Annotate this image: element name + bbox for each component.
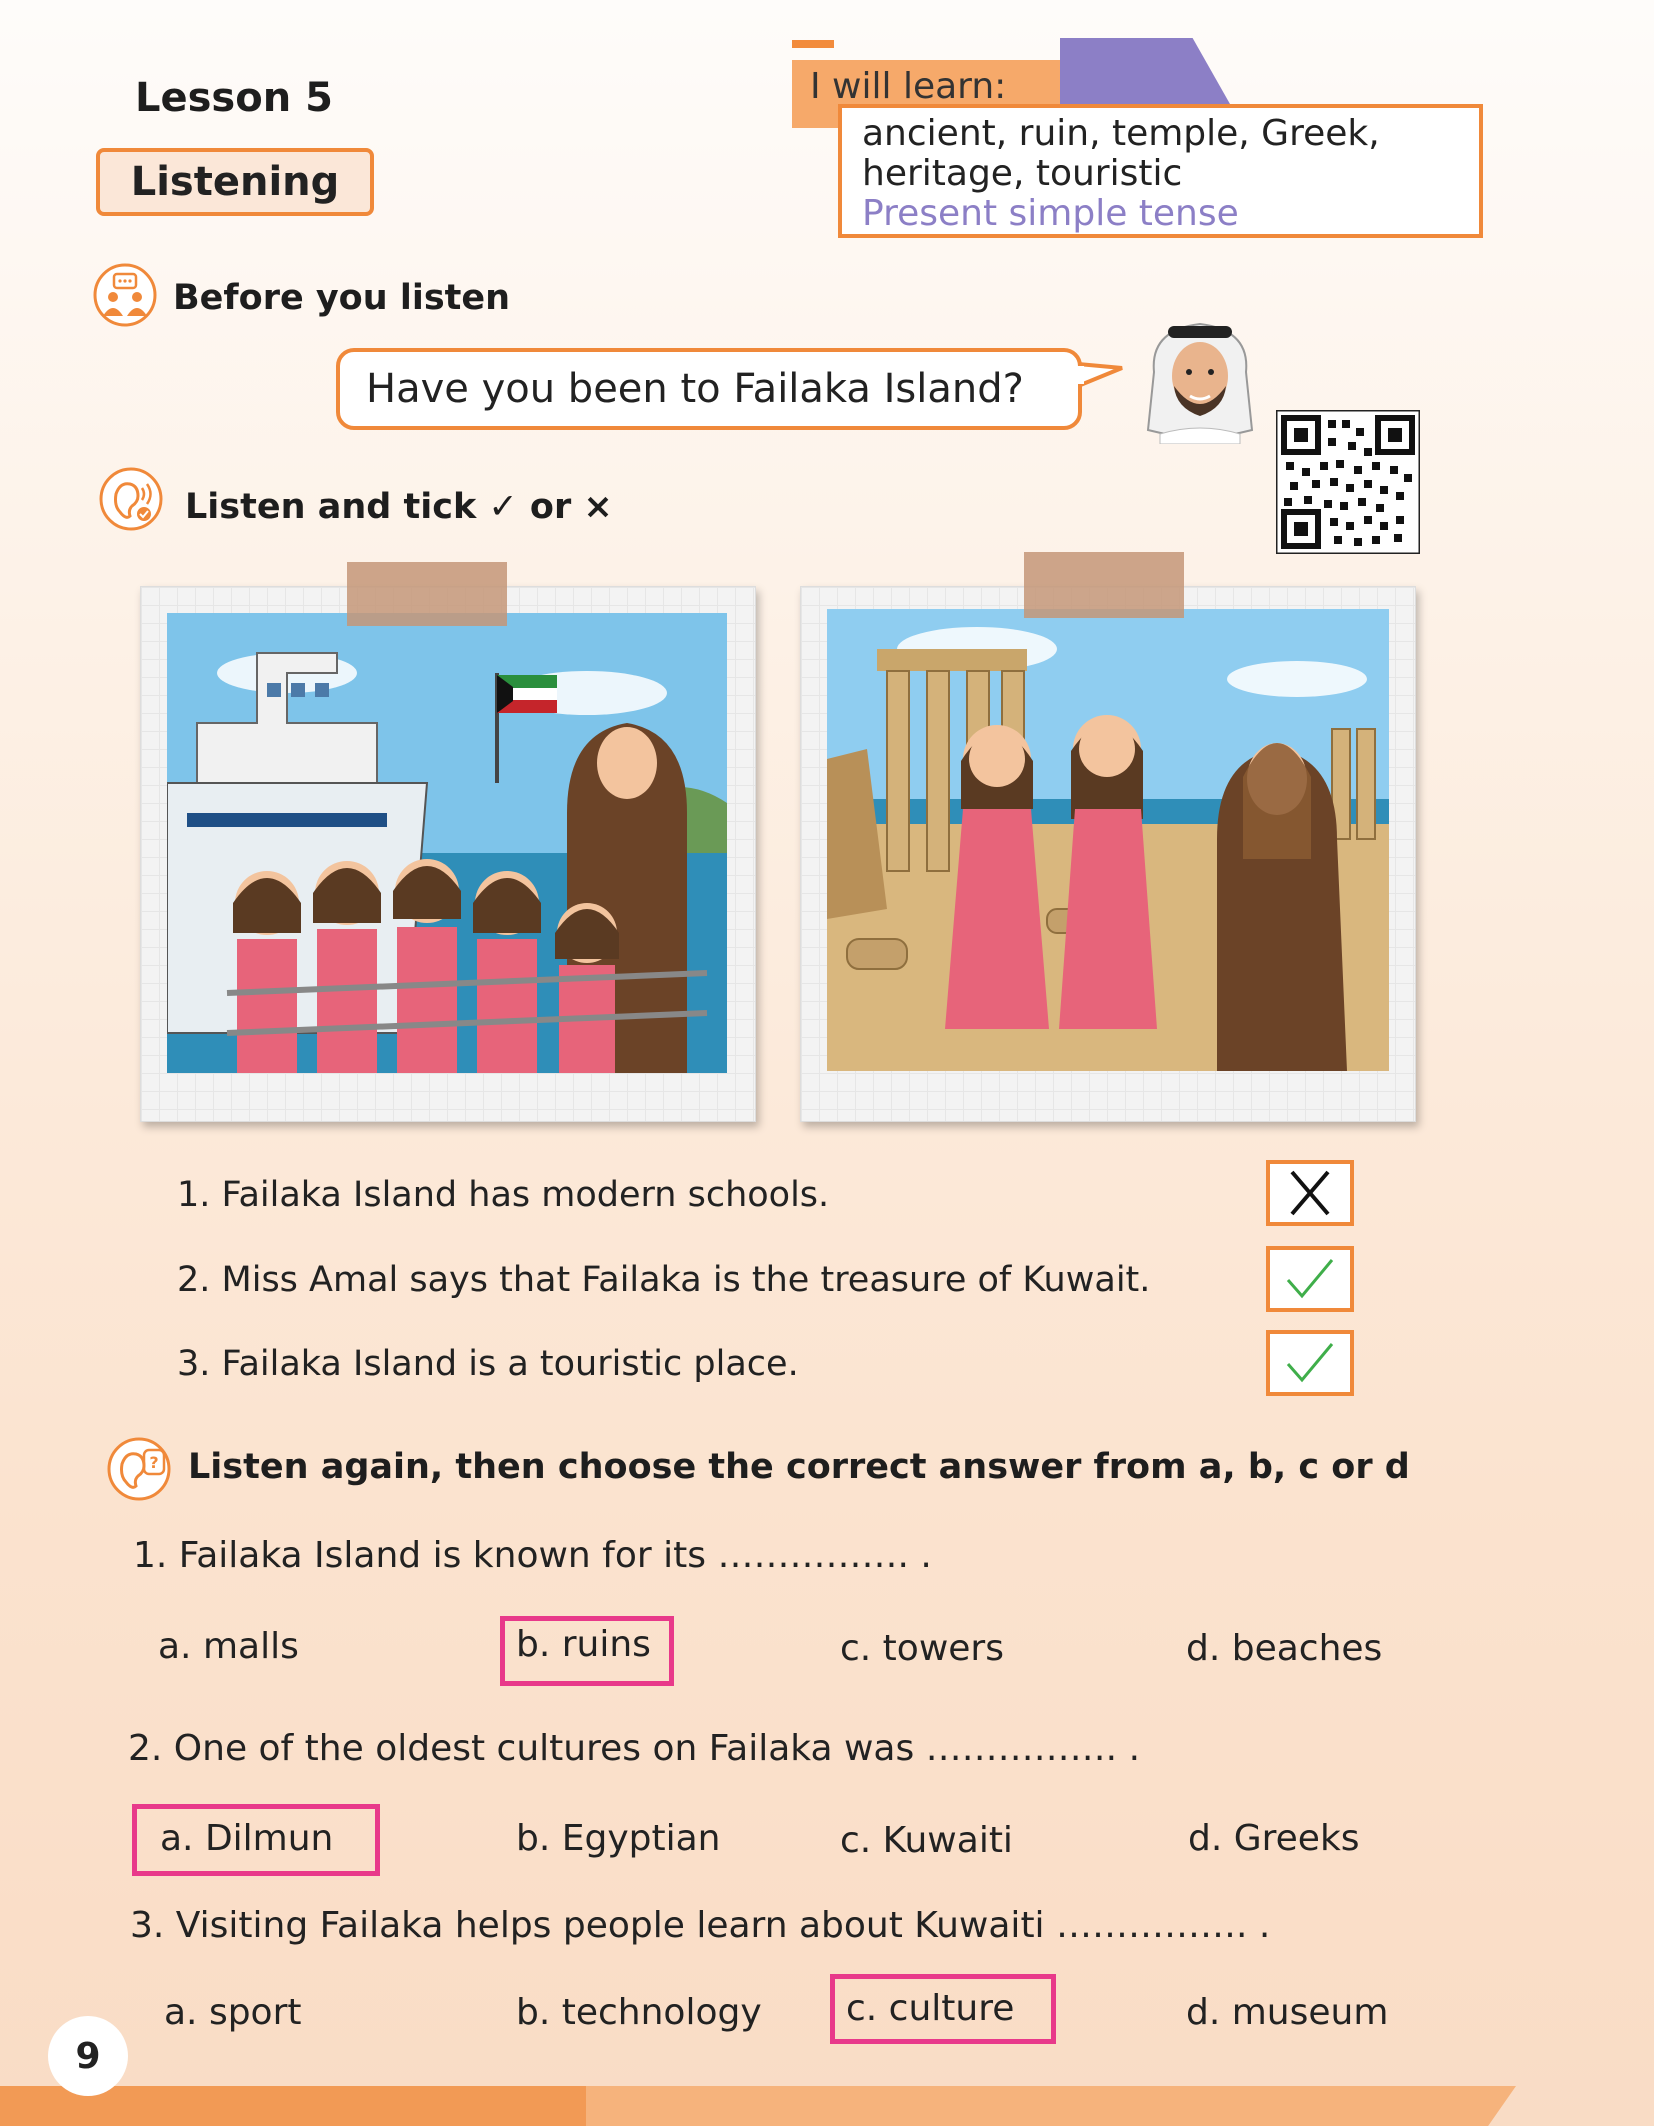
tick-statement-2: 2. Miss Amal says that Failaka is the tr… [177,1260,1151,1300]
question-3: 3. Visiting Failaka helps people learn a… [130,1905,1271,1946]
discussion-icon [93,263,157,327]
tick-statement-1: 1. Failaka Island has modern schools. [177,1175,830,1215]
svg-text:?: ? [149,1453,158,1472]
before-listen-title: Before you listen [173,278,511,318]
learn-label: I will learn: [810,66,1007,107]
photo-frame-ruins [800,586,1416,1122]
qr-code-icon [1276,410,1420,554]
speech-bubble-tail [1078,362,1123,388]
tick-answer-box-2[interactable] [1266,1246,1354,1312]
tape [347,562,507,626]
speech-bubble-text: Have you been to Failaka Island? [366,366,1024,412]
question-2: 2. One of the oldest cultures on Failaka… [128,1728,1141,1769]
photo-frame-ferry [140,586,756,1122]
cross-mark-icon [1290,1170,1330,1216]
learning-objectives-box: ancient, ruin, temple, Greek, heritage, … [838,104,1483,238]
tape [1024,552,1184,618]
q2-option-b[interactable]: b. Egyptian [516,1818,721,1859]
learn-tab-accent [1060,38,1230,104]
check-mark-icon [1286,1259,1334,1299]
tick-answer-box-3[interactable] [1266,1330,1354,1396]
teacher-avatar [1146,322,1254,444]
tick-answer-box-1[interactable] [1266,1160,1354,1226]
vocab-line-1: ancient, ruin, temple, Greek, [862,113,1380,154]
q3-option-d[interactable]: d. museum [1186,1992,1388,2033]
speech-bubble: Have you been to Failaka Island? [336,348,1082,430]
vocab-line-2: heritage, touristic [862,153,1183,194]
page-number: 9 [48,2016,128,2096]
listen-again-icon: ? [107,1437,171,1501]
tick-statement-3: 3. Failaka Island is a touristic place. [177,1344,799,1384]
skill-badge: Listening [96,148,374,216]
q1-option-a[interactable]: a. malls [158,1626,299,1667]
lesson-title: Lesson 5 [135,75,333,121]
grammar-focus: Present simple tense [862,193,1239,234]
listen-tick-icon [99,467,163,531]
ruins-photo [827,609,1389,1071]
q2-option-a[interactable]: a. Dilmun [160,1818,333,1859]
tick-section-title: Listen and tick ✓ or × [185,487,613,527]
footer-bar-accent [586,2086,1516,2126]
question-1: 1. Failaka Island is known for its ……………… [133,1535,932,1576]
q1-option-c[interactable]: c. towers [840,1628,1004,1669]
q2-option-d[interactable]: d. Greeks [1188,1818,1360,1859]
q1-option-d[interactable]: d. beaches [1186,1628,1382,1669]
q3-option-c[interactable]: c. culture [846,1988,1014,2029]
ferry-photo [167,613,727,1073]
skill-label: Listening [130,159,340,205]
q3-option-a[interactable]: a. sport [164,1992,302,2033]
mcq-section-title: Listen again, then choose the correct an… [188,1447,1410,1487]
q3-option-b[interactable]: b. technology [516,1992,762,2033]
check-mark-icon [1286,1343,1334,1383]
q1-option-b[interactable]: b. ruins [516,1624,651,1665]
learn-tab-stripe [792,40,834,48]
page-number-text: 9 [75,2035,101,2077]
q2-option-c[interactable]: c. Kuwaiti [840,1820,1013,1861]
